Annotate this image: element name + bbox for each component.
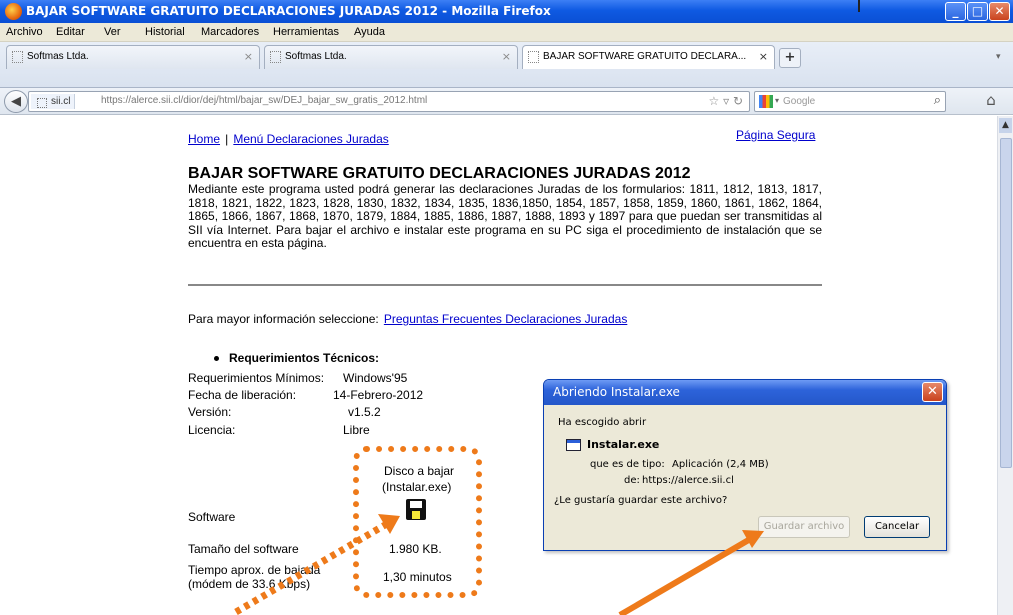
scroll-up-icon[interactable]: ▲ — [999, 118, 1012, 133]
req-label-min: Requerimientos Mínimos: — [188, 371, 325, 385]
floppy-disk-icon[interactable] — [406, 499, 426, 520]
dialog-from-value: https://alerce.sii.cl — [642, 475, 734, 486]
cancel-button[interactable]: Cancelar — [864, 516, 930, 538]
navigation-bar: ◀ sii.cl https://alerce.sii.cl/dior/dej/… — [0, 88, 1013, 115]
menu-editar[interactable]: Editar — [56, 26, 85, 38]
window-close-button[interactable]: ✕ — [989, 2, 1010, 21]
annotation-divider-line — [858, 0, 860, 12]
application-icon — [566, 439, 581, 451]
page-favicon-icon — [528, 51, 539, 63]
horizontal-divider — [188, 284, 822, 286]
dialog-title: Abriendo Instalar.exe — [553, 385, 680, 399]
tab-softmas-1[interactable]: Softmas Ltda. × — [6, 45, 260, 69]
info-line: Para mayor información seleccione: Pregu… — [188, 308, 627, 327]
new-tab-button[interactable]: + — [779, 48, 801, 68]
top-links: Home | Menú Declaraciones Juradas — [188, 128, 389, 147]
size-label: Tamaño del software — [188, 542, 299, 556]
page-favicon-icon — [270, 51, 281, 63]
tab-close-icon[interactable]: × — [502, 50, 511, 63]
req-value-version: v1.5.2 — [348, 405, 381, 419]
url-bar[interactable]: sii.cl https://alerce.sii.cl/dior/dej/ht… — [28, 91, 750, 112]
menu-ayuda[interactable]: Ayuda — [354, 26, 385, 38]
window-title-bar: BAJAR SOFTWARE GRATUITO DECLARACIONES JU… — [0, 0, 1013, 23]
site-identity-button[interactable]: sii.cl — [31, 94, 76, 109]
menu-declaraciones-link[interactable]: Menú Declaraciones Juradas — [233, 132, 388, 146]
site-identity-label: sii.cl — [51, 96, 71, 107]
search-placeholder: Google — [783, 96, 816, 107]
req-value-date: 14-Febrero-2012 — [333, 388, 424, 402]
home-link[interactable]: Home — [188, 132, 220, 146]
dialog-type-label: que es de tipo: — [590, 459, 665, 470]
page-favicon-icon — [12, 51, 23, 63]
size-value: 1.980 KB. — [389, 542, 442, 556]
link-separator: | — [225, 132, 229, 146]
home-icon[interactable]: ⌂ — [976, 91, 1006, 112]
dialog-intro: Ha escogido abrir — [558, 417, 647, 428]
req-value-license: Libre — [343, 423, 370, 437]
window-title: BAJAR SOFTWARE GRATUITO DECLARACIONES JU… — [26, 4, 551, 18]
tab-label: Softmas Ltda. — [285, 51, 347, 62]
dialog-from-label: de: — [624, 475, 640, 486]
vertical-scrollbar[interactable]: ▲ — [997, 116, 1013, 615]
disk-label: Disco a bajar — [384, 464, 455, 478]
time-label: Tiempo aprox. de bajada — [188, 563, 321, 577]
tab-label: Softmas Ltda. — [27, 51, 89, 62]
tab-bajar-software[interactable]: BAJAR SOFTWARE GRATUITO DECLARA... × — [522, 45, 775, 69]
dialog-question: ¿Le gustaría guardar este archivo? — [554, 495, 728, 506]
requirements-title: Requerimientos Técnicos: — [229, 351, 380, 365]
req-label-license: Licencia: — [188, 423, 236, 437]
save-file-button[interactable]: Guardar archivo — [758, 516, 850, 538]
bullet-icon — [214, 356, 219, 361]
menu-bar: Archivo Editar Ver Historial Marcadores … — [0, 23, 1013, 42]
menu-archivo[interactable]: Archivo — [6, 26, 43, 38]
scrollbar-thumb[interactable] — [1000, 138, 1012, 468]
tab-close-icon[interactable]: × — [759, 50, 768, 63]
req-label-version: Versión: — [188, 405, 232, 419]
minimize-button[interactable]: _ — [945, 2, 966, 21]
faq-link[interactable]: Preguntas Frecuentes Declaraciones Jurad… — [384, 312, 627, 326]
tab-softmas-2[interactable]: Softmas Ltda. × — [264, 45, 518, 69]
tab-list-chevron-icon[interactable]: ▾ — [996, 52, 1001, 62]
dialog-type-value: Aplicación (2,4 MB) — [672, 459, 769, 470]
pagina-segura-link[interactable]: Página Segura — [736, 128, 815, 142]
engine-dropdown-icon[interactable]: ▾ — [775, 96, 779, 105]
back-arrow-icon[interactable]: ◀ — [4, 90, 28, 113]
search-icon[interactable]: ⌕ — [934, 93, 941, 108]
menu-ver[interactable]: Ver — [104, 26, 121, 38]
tab-bar: Softmas Ltda. × Softmas Ltda. × BAJAR SO… — [0, 42, 1013, 88]
dialog-close-button[interactable]: ✕ — [922, 382, 943, 402]
google-engine-icon[interactable] — [759, 95, 773, 108]
tab-close-icon[interactable]: × — [244, 50, 253, 63]
page-description: Mediante este programa usted podrá gener… — [188, 182, 822, 251]
url-text[interactable]: https://alerce.sii.cl/dior/dej/html/baja… — [101, 95, 427, 106]
req-label-date: Fecha de liberación: — [188, 388, 297, 402]
disk-filename: (Instalar.exe) — [382, 480, 452, 494]
page-title: BAJAR SOFTWARE GRATUITO DECLARACIONES JU… — [188, 165, 691, 182]
menu-historial[interactable]: Historial — [145, 26, 185, 38]
firefox-logo-icon — [5, 3, 22, 20]
info-text: Para mayor información seleccione: — [188, 312, 379, 326]
bookmark-star-icon[interactable]: ☆ ▿ ↻ — [709, 94, 743, 108]
dialog-filename: Instalar.exe — [587, 438, 660, 451]
search-box[interactable]: ▾ Google ⌕ — [754, 91, 946, 112]
site-favicon-icon — [37, 98, 47, 108]
download-dialog: Abriendo Instalar.exe ✕ Ha escogido abri… — [543, 379, 947, 551]
menu-marcadores[interactable]: Marcadores — [201, 26, 259, 38]
req-value-min: Windows'95 — [343, 371, 408, 385]
time-label-modem: (módem de 33.6 Kbps) — [188, 577, 311, 591]
time-value: 1,30 minutos — [383, 570, 452, 584]
maximize-button[interactable]: □ — [967, 2, 988, 21]
software-label: Software — [188, 510, 236, 524]
menu-herramientas[interactable]: Herramientas — [273, 26, 339, 38]
dialog-title-bar: Abriendo Instalar.exe ✕ — [544, 380, 946, 405]
tab-label: BAJAR SOFTWARE GRATUITO DECLARA... — [543, 51, 747, 62]
